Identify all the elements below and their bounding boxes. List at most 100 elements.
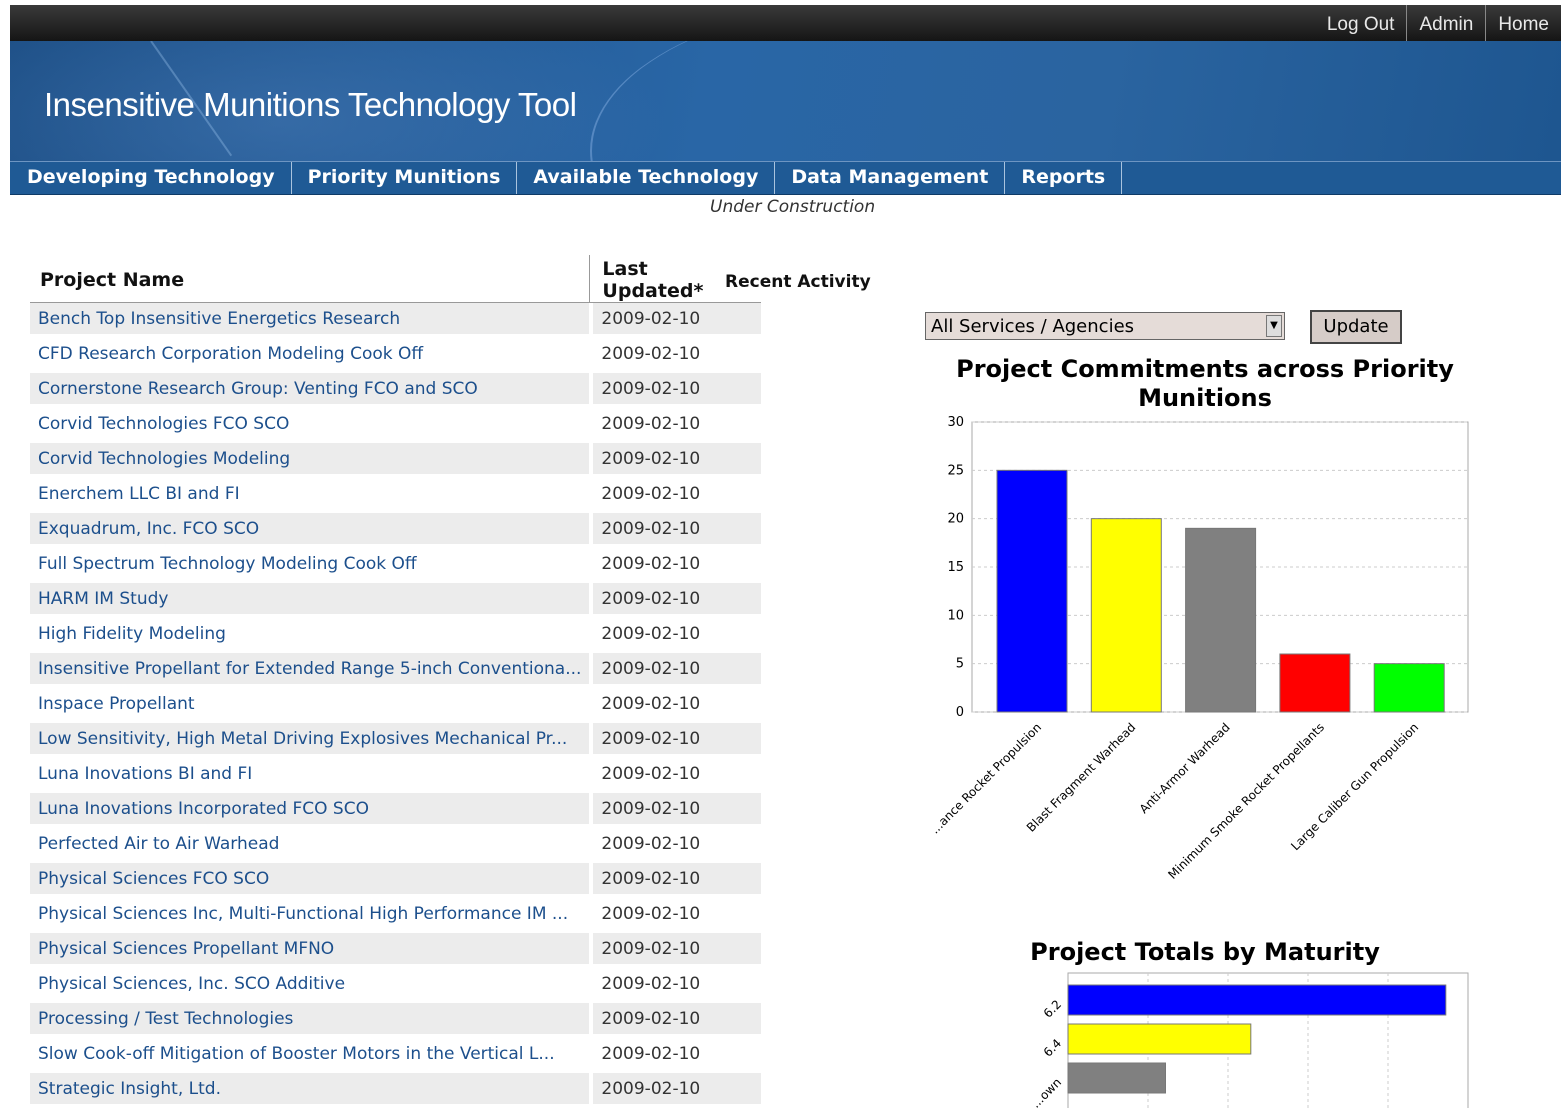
table-row[interactable]: Luna Inovations BI and FI 2009-02-10 [30,758,762,793]
project-name-link[interactable]: Physical Sciences Inc, Multi-Functional … [30,898,590,933]
dropdown-arrow-icon[interactable]: ▼ [1266,315,1282,337]
last-updated-cell: 2009-02-10 [589,863,762,898]
project-name-link[interactable]: Corvid Technologies FCO SCO [30,408,590,443]
last-updated-cell: 2009-02-10 [589,723,762,758]
table-row[interactable]: Physical Sciences, Inc. SCO Additive 2009… [30,968,762,1003]
y-tick-label: 30 [947,415,964,430]
last-updated-cell: 2009-02-10 [589,828,762,863]
tab-available-technology[interactable]: Available Technology [517,162,776,194]
last-updated-cell: 2009-02-10 [589,968,762,1003]
project-name-link[interactable]: Cornerstone Research Group: Venting FCO … [30,373,590,408]
project-name-link[interactable]: Full Spectrum Technology Modeling Cook O… [30,548,590,583]
project-name-link[interactable]: Slow Cook-off Mitigation of Booster Moto… [30,1038,590,1073]
project-name-link[interactable]: CFD Research Corporation Modeling Cook O… [30,338,590,373]
table-row[interactable]: Full Spectrum Technology Modeling Cook O… [30,548,762,583]
table-row[interactable]: Low Sensitivity, High Metal Driving Expl… [30,723,762,758]
recent-activity-label: Recent Activity [725,272,871,292]
project-name-link[interactable]: Physical Sciences FCO SCO [30,863,590,898]
app-title: Insensitive Munitions Technology Tool [44,86,577,123]
table-row[interactable]: CFD Research Corporation Modeling Cook O… [30,338,762,373]
table-row[interactable]: Slow Cook-off Mitigation of Booster Moto… [30,1038,762,1073]
table-row[interactable]: Insensitive Propellant for Extended Rang… [30,653,762,688]
table-row[interactable]: Exquadrum, Inc. FCO SCO 2009-02-10 [30,513,762,548]
x-tick-label: Minimum Smoke Rocket Propellants [1165,720,1327,882]
project-name-link[interactable]: Physical Sciences Propellant MFNO [30,933,590,968]
commitments-chart: 0 5 10 15 20 25 30 ...ance Rocket PropulsionBla… [928,415,1469,882]
table-row[interactable]: Strategic Insight, Ltd. 2009-02-10 [30,1073,762,1108]
table-row[interactable]: Physical Sciences FCO SCO 2009-02-10 [30,863,762,898]
x-tick-label: ...ance Rocket Propulsion [928,720,1044,836]
table-row[interactable]: Bench Top Insensitive Energetics Researc… [30,303,762,338]
project-name-link[interactable]: Inspace Propellant [30,688,590,723]
bar [1090,518,1162,713]
project-name-link[interactable]: Perfected Air to Air Warhead [30,828,590,863]
projects-table: Project Name Last Updated* Bench Top Ins… [30,255,762,1108]
left-margin [0,0,10,1090]
project-name-link[interactable]: Processing / Test Technologies [30,1003,590,1038]
table-row[interactable]: Cornerstone Research Group: Venting FCO … [30,373,762,408]
bar [1373,663,1445,713]
project-name-link[interactable]: Luna Inovations Incorporated FCO SCO [30,793,590,828]
project-name-link[interactable]: HARM IM Study [30,583,590,618]
table-row[interactable]: Corvid Technologies FCO SCO 2009-02-10 [30,408,762,443]
last-updated-cell: 2009-02-10 [589,443,762,478]
x-tick-label: Anti-Armor Warhead [1137,720,1233,816]
table-row[interactable]: Corvid Technologies Modeling 2009-02-10 [30,443,762,478]
column-header-project-name[interactable]: Project Name [30,255,590,303]
bar [1067,984,1447,1016]
admin-link[interactable]: Admin [1406,5,1485,41]
table-row[interactable]: HARM IM Study 2009-02-10 [30,583,762,618]
last-updated-cell: 2009-02-10 [589,653,762,688]
y-tick-label: 5 [956,657,964,672]
last-updated-cell: 2009-02-10 [589,793,762,828]
last-updated-cell: 2009-02-10 [589,1073,762,1108]
chart-title-maturity: Project Totals by Maturity [1030,938,1380,966]
services-agencies-select[interactable]: All Services / Agencies ▼ [925,312,1285,340]
last-updated-cell: 2009-02-10 [589,303,762,338]
last-updated-cell: 2009-02-10 [589,373,762,408]
last-updated-cell: 2009-02-10 [589,548,762,583]
last-updated-cell: 2009-02-10 [589,408,762,443]
maturity-chart: 6.2 6.4 ...own [1029,972,1469,1108]
table-row[interactable]: Physical Sciences Propellant MFNO 2009-02… [30,933,762,968]
last-updated-cell: 2009-02-10 [589,338,762,373]
top-bar: Log Out Admin Home [10,5,1561,41]
table-row[interactable]: High Fidelity Modeling 2009-02-10 [30,618,762,653]
project-name-link[interactable]: Physical Sciences, Inc. SCO Additive [30,968,590,1003]
y-tick-label: 6.2 [1041,997,1064,1020]
y-tick-label: 10 [947,608,964,623]
bar [1067,1023,1252,1055]
home-link[interactable]: Home [1485,5,1561,41]
bar [1185,527,1257,713]
bar [996,469,1068,713]
y-tick-label: 20 [947,512,964,527]
last-updated-cell: 2009-02-10 [589,933,762,968]
update-button[interactable]: Update [1310,310,1402,344]
project-name-link[interactable]: Insensitive Propellant for Extended Rang… [30,653,590,688]
tab-developing-technology[interactable]: Developing Technology [10,162,292,194]
project-name-link[interactable]: Enerchem LLC BI and FI [30,478,590,513]
top-links: Log Out Admin Home [1315,5,1561,41]
table-row[interactable]: Luna Inovations Incorporated FCO SCO 2009… [30,793,762,828]
main-nav: Developing Technology Priority Munitions… [10,161,1561,195]
project-name-link[interactable]: Luna Inovations BI and FI [30,758,590,793]
table-row[interactable]: Physical Sciences Inc, Multi-Functional … [30,898,762,933]
projects-table-wrap: Project Name Last Updated* Bench Top Ins… [30,255,762,1108]
table-row[interactable]: Enerchem LLC BI and FI 2009-02-10 [30,478,762,513]
project-name-link[interactable]: Strategic Insight, Ltd. [30,1073,590,1108]
last-updated-cell: 2009-02-10 [589,513,762,548]
tab-data-management[interactable]: Data Management [775,162,1006,194]
tab-priority-munitions[interactable]: Priority Munitions [292,162,518,194]
project-name-link[interactable]: High Fidelity Modeling [30,618,590,653]
project-name-link[interactable]: Low Sensitivity, High Metal Driving Expl… [30,723,590,758]
table-row[interactable]: Processing / Test Technologies 2009-02-10 [30,1003,762,1038]
logout-link[interactable]: Log Out [1315,5,1407,41]
project-name-link[interactable]: Bench Top Insensitive Energetics Researc… [30,303,590,338]
tab-reports[interactable]: Reports [1005,162,1123,194]
last-updated-cell: 2009-02-10 [589,583,762,618]
last-updated-cell: 2009-02-10 [589,688,762,723]
table-row[interactable]: Inspace Propellant 2009-02-10 [30,688,762,723]
table-row[interactable]: Perfected Air to Air Warhead 2009-02-10 [30,828,762,863]
project-name-link[interactable]: Corvid Technologies Modeling [30,443,590,478]
project-name-link[interactable]: Exquadrum, Inc. FCO SCO [30,513,590,548]
